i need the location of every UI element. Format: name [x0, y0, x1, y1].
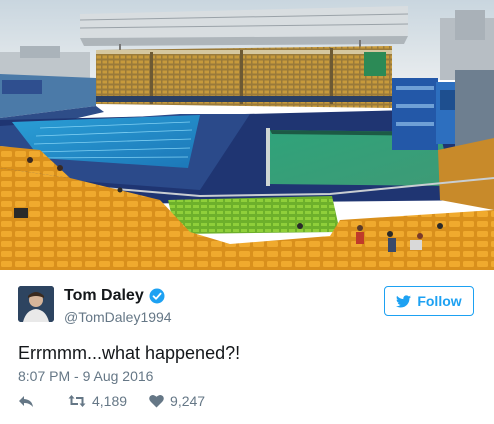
reply-button[interactable]: [18, 395, 34, 408]
like-button[interactable]: 9,247: [149, 393, 205, 409]
like-count: 9,247: [170, 393, 206, 409]
retweet-button[interactable]: 4,189: [68, 393, 127, 409]
retweet-count: 4,189: [92, 393, 128, 409]
display-name[interactable]: Tom Daley: [64, 287, 144, 305]
follow-button[interactable]: Follow: [384, 286, 474, 316]
twitter-bird-icon: [396, 294, 412, 308]
tweet-actions: 4,189 9,247: [18, 393, 205, 409]
tweet-text: Errmmm...what happened?!: [18, 343, 241, 363]
handle[interactable]: @TomDaley1994: [64, 309, 172, 325]
tweet-photo[interactable]: [0, 0, 494, 270]
author-row: Tom Daley: [64, 287, 165, 305]
reply-icon: [18, 395, 34, 408]
avatar[interactable]: [18, 286, 54, 322]
retweet-icon: [68, 394, 86, 408]
verified-badge-icon: [149, 288, 165, 304]
heart-icon: [149, 394, 164, 408]
follow-label: Follow: [417, 293, 462, 309]
timestamp[interactable]: 8:07 PM - 9 Aug 2016: [18, 368, 153, 384]
tweet-card: Tom Daley @TomDaley1994 Follow Errmmm...…: [0, 0, 494, 424]
